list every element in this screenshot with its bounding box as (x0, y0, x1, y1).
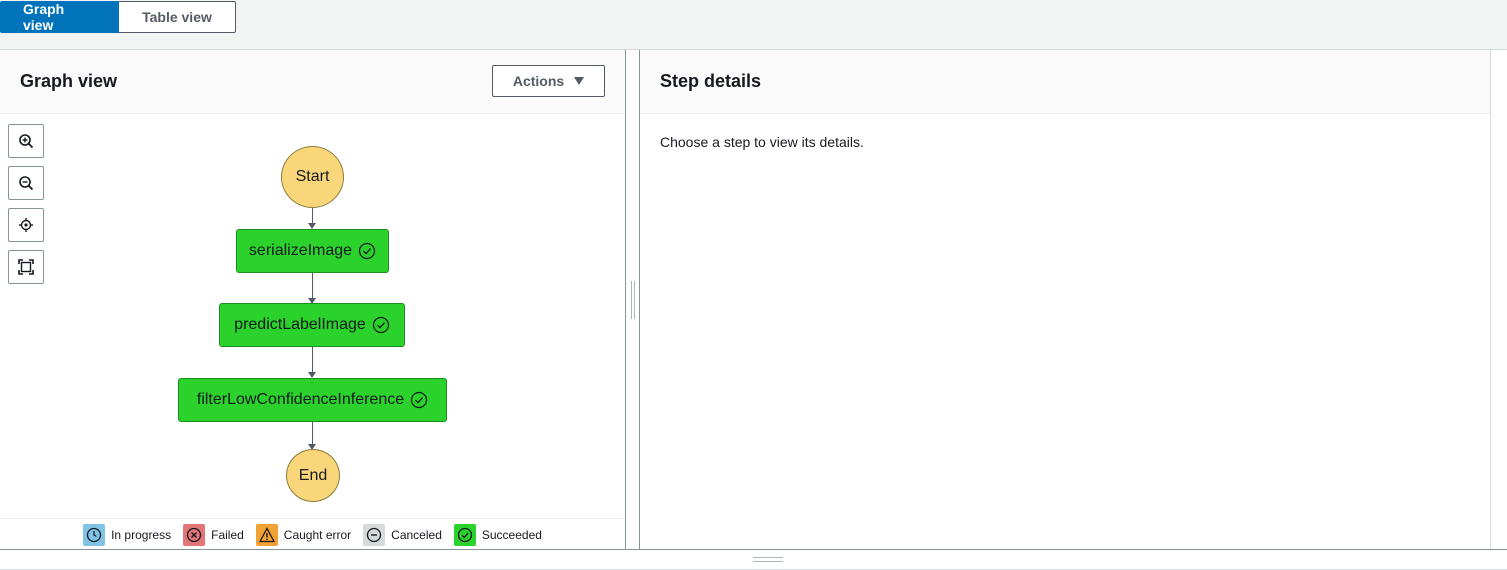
zoom-in-icon (19, 134, 34, 149)
clock-icon (83, 523, 106, 546)
actions-button[interactable]: Actions (492, 65, 605, 97)
state-name: predictLabelImage (234, 316, 366, 333)
fit-button[interactable] (8, 250, 44, 284)
graph-panel: Graph view Actions Start serializeImage (0, 50, 626, 550)
minus-circle-icon (363, 523, 386, 546)
state-node-serialize-image[interactable]: serializeImage (236, 229, 389, 273)
graph-view-tab[interactable]: Graph view (0, 1, 119, 33)
legend-label: Canceled (391, 527, 442, 542)
edge (312, 347, 313, 373)
caret-down-icon (574, 77, 585, 85)
legend-canceled: Canceled (363, 523, 442, 546)
state-name: serializeImage (248, 242, 353, 259)
zoom-out-icon (19, 176, 34, 191)
edge (312, 422, 313, 446)
legend-succeeded: Succeeded (453, 523, 542, 546)
actions-label: Actions (512, 73, 565, 89)
legend-label: Caught error (283, 527, 352, 542)
end-node: End (286, 449, 340, 502)
step-details-header: Step details (640, 50, 1490, 114)
edge (312, 273, 313, 299)
split-panel: Graph view Actions Start serializeImage (0, 49, 1507, 550)
resize-grip-icon[interactable] (753, 557, 783, 562)
resize-grip-icon[interactable] (631, 281, 635, 319)
view-toggle: Graph view Table view (0, 1, 236, 33)
start-node: Start (281, 146, 344, 208)
step-details-placeholder: Choose a step to view its details. (660, 134, 864, 150)
graph-panel-title: Graph view (20, 71, 118, 91)
state-node-predict-label-image[interactable]: predictLabelImage (219, 303, 405, 347)
x-circle-icon (183, 523, 206, 546)
center-icon (19, 218, 33, 232)
step-details-panel: Step details Choose a step to view its d… (640, 50, 1490, 550)
legend-failed: Failed (183, 523, 244, 546)
center-button[interactable] (8, 208, 44, 242)
graph-panel-header: Graph view Actions (0, 50, 626, 114)
state-name: filterLowConfidenceInference (196, 391, 405, 408)
check-circle-icon (453, 523, 476, 546)
legend-label: Succeeded (481, 527, 542, 542)
zoom-out-button[interactable] (8, 166, 44, 200)
legend-label: In progress (111, 527, 172, 542)
zoom-in-button[interactable] (8, 124, 44, 158)
legend-in-progress: In progress (83, 523, 172, 546)
edge (312, 208, 313, 224)
check-circle-icon (358, 242, 376, 260)
legend-label: Failed (211, 527, 244, 542)
fit-icon (18, 259, 34, 275)
scrollbar[interactable] (1490, 50, 1507, 550)
state-node-filter-low-confidence-inference[interactable]: filterLowConfidenceInference (178, 378, 447, 422)
step-details-title: Step details (660, 71, 762, 91)
check-circle-icon (372, 316, 389, 334)
warning-icon (255, 523, 278, 546)
check-circle-icon (411, 391, 428, 409)
legend-caught-error: Caught error (255, 523, 352, 546)
table-view-tab[interactable]: Table view (119, 1, 236, 33)
status-legend: In progress Failed Caught error Canceled (0, 518, 625, 550)
